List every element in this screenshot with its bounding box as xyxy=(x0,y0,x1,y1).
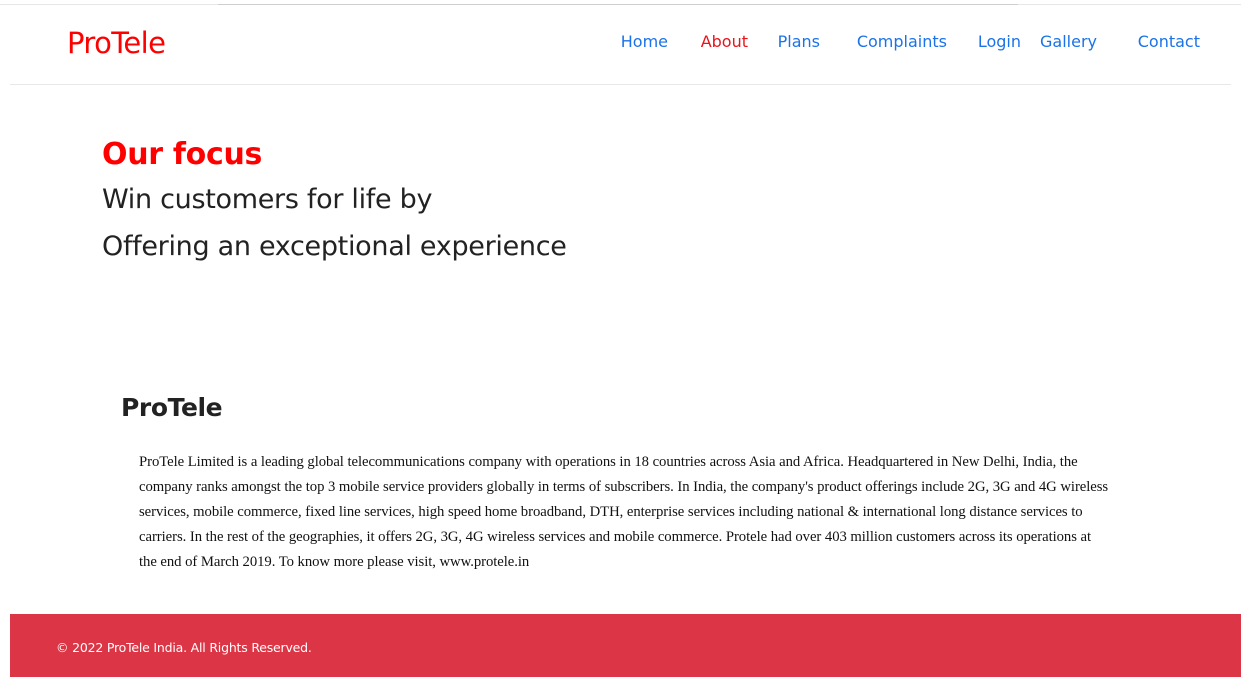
nav-link-home[interactable]: Home xyxy=(621,31,668,53)
focus-section: Our focus Win customers for life by Offe… xyxy=(102,134,567,270)
focus-line-1: Win customers for life by xyxy=(102,184,433,215)
focus-line-2: Offering an exceptional experience xyxy=(102,231,567,262)
about-title: ProTele xyxy=(121,393,223,422)
nav-link-about[interactable]: About xyxy=(701,31,748,53)
site-header: ProTele Home About Plans Complaints Logi… xyxy=(10,8,1231,85)
nav-link-login[interactable]: Login xyxy=(978,31,1021,53)
top-divider-accent xyxy=(218,4,1018,5)
nav-link-plans[interactable]: Plans xyxy=(778,31,820,53)
nav-link-complaints[interactable]: Complaints xyxy=(857,31,947,53)
brand-logo[interactable]: ProTele xyxy=(67,25,166,61)
copyright-text: © 2022 ProTele India. All Rights Reserve… xyxy=(56,640,312,655)
site-footer: © 2022 ProTele India. All Rights Reserve… xyxy=(10,614,1241,677)
about-description: ProTele Limited is a leading global tele… xyxy=(139,454,1109,571)
focus-title: Our focus xyxy=(102,137,263,172)
nav-link-contact[interactable]: Contact xyxy=(1138,31,1200,53)
nav-link-gallery[interactable]: Gallery xyxy=(1040,31,1097,53)
